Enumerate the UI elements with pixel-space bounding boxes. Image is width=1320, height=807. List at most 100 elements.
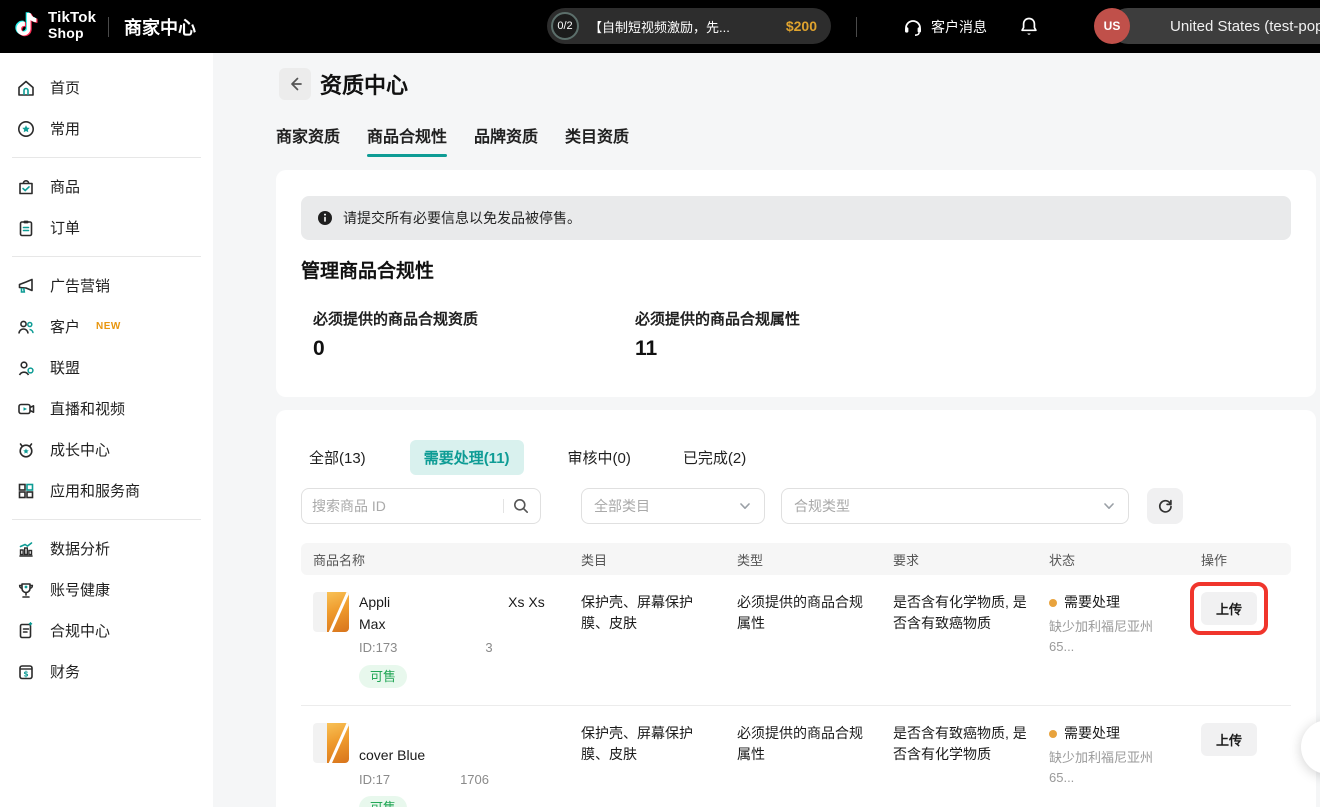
status-detail: 缺少加利福尼亚州 65... bbox=[1049, 748, 1181, 787]
upload-button[interactable]: 上传 bbox=[1201, 592, 1257, 625]
tab-category-qualifications[interactable]: 类目资质 bbox=[565, 123, 629, 157]
tab-merchant-qualifications[interactable]: 商家资质 bbox=[276, 123, 340, 157]
product-thumbnail bbox=[313, 723, 349, 763]
col-category: 类目 bbox=[569, 550, 725, 569]
list-controls: 全部类目 合规类型 bbox=[301, 488, 1291, 524]
customer-messages-button[interactable]: 客户消息 bbox=[903, 0, 987, 53]
refresh-button[interactable] bbox=[1147, 488, 1183, 524]
sidebar-item-products[interactable]: 商品 bbox=[0, 166, 213, 207]
col-status: 状态 bbox=[1037, 550, 1189, 569]
info-banner-text: 请提交所有必要信息以免发品被停售。 bbox=[343, 208, 581, 228]
tab-brand-qualifications[interactable]: 品牌资质 bbox=[474, 123, 538, 157]
section-title: 管理商品合规性 bbox=[301, 256, 434, 283]
sidebar-item-analytics[interactable]: 数据分析 bbox=[0, 528, 213, 569]
sidebar-item-frequently-used[interactable]: 常用 bbox=[0, 108, 213, 149]
stat-value: 11 bbox=[635, 337, 957, 361]
tiktok-shop-logo[interactable]: TikTok Shop bbox=[14, 10, 96, 40]
category-cell: 保护壳、屏幕保护膜、皮肤 bbox=[569, 723, 725, 807]
sidebar-item-growth-center[interactable]: 成长中心 bbox=[0, 429, 213, 470]
product-name[interactable]: AppliXs XsMax bbox=[359, 592, 561, 635]
product-cell: cover Blue ID:171706 可售 bbox=[301, 723, 569, 807]
status-filter-tabs: 全部(13) 需要处理(11) 审核中(0) 已完成(2) bbox=[301, 440, 754, 475]
sidebar-item-label: 客户 bbox=[50, 316, 80, 337]
refresh-icon bbox=[1157, 498, 1174, 515]
sidebar-item-label: 常用 bbox=[50, 118, 80, 139]
sidebar-item-label: 订单 bbox=[50, 217, 80, 238]
promo-banner[interactable]: 0/2 【自制短视频激励，先... $200 bbox=[547, 8, 831, 44]
sidebar-item-label: 合规中心 bbox=[50, 620, 110, 641]
sidebar-item-affiliate[interactable]: 联盟 bbox=[0, 347, 213, 388]
sidebar-item-label: 财务 bbox=[50, 661, 80, 682]
compliance-doc-icon bbox=[16, 621, 36, 641]
sellable-badge: 可售 bbox=[359, 796, 407, 807]
sidebar-item-ads[interactable]: 广告营销 bbox=[0, 265, 213, 306]
sidebar-item-account-health[interactable]: 账号健康 bbox=[0, 569, 213, 610]
sidebar-item-apps-services[interactable]: 应用和服务商 bbox=[0, 470, 213, 511]
search-divider bbox=[503, 499, 504, 513]
notifications-button[interactable] bbox=[1017, 15, 1041, 39]
tiktok-note-icon bbox=[14, 10, 42, 40]
sidebar-divider bbox=[12, 157, 201, 158]
category-select-value: 全部类目 bbox=[594, 496, 650, 516]
compliance-list-card: 全部(13) 需要处理(11) 审核中(0) 已完成(2) 全部类目 bbox=[276, 410, 1316, 807]
action-cell: 上传 bbox=[1189, 723, 1291, 807]
sidebar-item-label: 账号健康 bbox=[50, 579, 110, 600]
status-detail: 缺少加利福尼亚州 65... bbox=[1049, 617, 1181, 656]
filter-tab-all[interactable]: 全部(13) bbox=[301, 440, 374, 475]
status-cell: 需要处理 缺少加利福尼亚州 65... bbox=[1037, 592, 1189, 688]
compliance-table: 商品名称 类目 类型 要求 状态 操作 AppliXs XsMax ID:173… bbox=[301, 543, 1291, 807]
sidebar-item-label: 应用和服务商 bbox=[50, 480, 140, 501]
finance-icon: $ bbox=[16, 662, 36, 682]
sidebar-item-label: 直播和视频 bbox=[50, 398, 125, 419]
col-action: 操作 bbox=[1189, 550, 1291, 569]
home-icon bbox=[16, 78, 36, 98]
promo-progress-badge: 0/2 bbox=[551, 12, 579, 40]
action-cell: 上传 bbox=[1189, 592, 1291, 688]
back-button[interactable] bbox=[279, 68, 311, 100]
brand-line1: TikTok bbox=[48, 10, 96, 25]
compliance-type-select[interactable]: 合规类型 bbox=[781, 488, 1129, 524]
info-banner: 请提交所有必要信息以免发品被停售。 bbox=[301, 196, 1291, 240]
filter-tab-in-review[interactable]: 审核中(0) bbox=[560, 440, 639, 475]
product-name[interactable]: cover Blue bbox=[359, 723, 561, 766]
sidebar-divider bbox=[12, 256, 201, 257]
sidebar-item-label: 商品 bbox=[50, 176, 80, 197]
sidebar-item-home[interactable]: 首页 bbox=[0, 67, 213, 108]
compliance-stats: 必须提供的商品合规资质 0 必须提供的商品合规属性 11 bbox=[313, 308, 957, 361]
stat-required-certifications: 必须提供的商品合规资质 0 bbox=[313, 308, 635, 361]
requirement-cell: 是否含有致癌物质, 是否含有化学物质 bbox=[881, 723, 1037, 807]
topbar-divider bbox=[108, 17, 109, 37]
category-select[interactable]: 全部类目 bbox=[581, 488, 765, 524]
orders-clipboard-icon bbox=[16, 218, 36, 238]
stat-label: 必须提供的商品合规属性 bbox=[635, 308, 957, 329]
search-input[interactable] bbox=[312, 498, 495, 514]
sidebar-item-customers[interactable]: 客户 NEW bbox=[0, 306, 213, 347]
compliance-overview-card: 请提交所有必要信息以免发品被停售。 管理商品合规性 必须提供的商品合规资质 0 … bbox=[276, 170, 1316, 397]
region-selector[interactable]: United States (test-pop-lb) bbox=[1110, 8, 1320, 44]
headset-icon bbox=[903, 17, 923, 37]
stat-label: 必须提供的商品合规资质 bbox=[313, 308, 635, 329]
apps-grid-icon bbox=[16, 481, 36, 501]
sidebar-item-finance[interactable]: $ 财务 bbox=[0, 651, 213, 692]
product-id-search[interactable] bbox=[301, 488, 541, 524]
stat-required-attributes: 必须提供的商品合规属性 11 bbox=[635, 308, 957, 361]
sidebar-item-label: 联盟 bbox=[50, 357, 80, 378]
info-icon bbox=[317, 210, 333, 226]
sidebar-item-compliance-center[interactable]: 合规中心 bbox=[0, 610, 213, 651]
app-title: 商家中心 bbox=[124, 0, 196, 53]
tab-product-compliance[interactable]: 商品合规性 bbox=[367, 123, 447, 157]
sidebar-item-live-video[interactable]: 直播和视频 bbox=[0, 388, 213, 429]
star-circle-icon bbox=[16, 119, 36, 139]
region-avatar[interactable]: US bbox=[1094, 8, 1130, 44]
filter-tab-completed[interactable]: 已完成(2) bbox=[675, 440, 754, 475]
product-id: ID:1733 bbox=[359, 638, 561, 658]
type-cell: 必须提供的商品合规属性 bbox=[725, 723, 881, 807]
search-icon[interactable] bbox=[512, 497, 530, 515]
table-header: 商品名称 类目 类型 要求 状态 操作 bbox=[301, 543, 1291, 575]
page-title: 资质中心 bbox=[320, 68, 408, 100]
upload-button[interactable]: 上传 bbox=[1201, 723, 1257, 756]
products-bag-icon bbox=[16, 177, 36, 197]
filter-tab-need-action[interactable]: 需要处理(11) bbox=[410, 440, 524, 475]
requirement-cell: 是否含有化学物质, 是否含有致癌物质 bbox=[881, 592, 1037, 688]
sidebar-item-orders[interactable]: 订单 bbox=[0, 207, 213, 248]
